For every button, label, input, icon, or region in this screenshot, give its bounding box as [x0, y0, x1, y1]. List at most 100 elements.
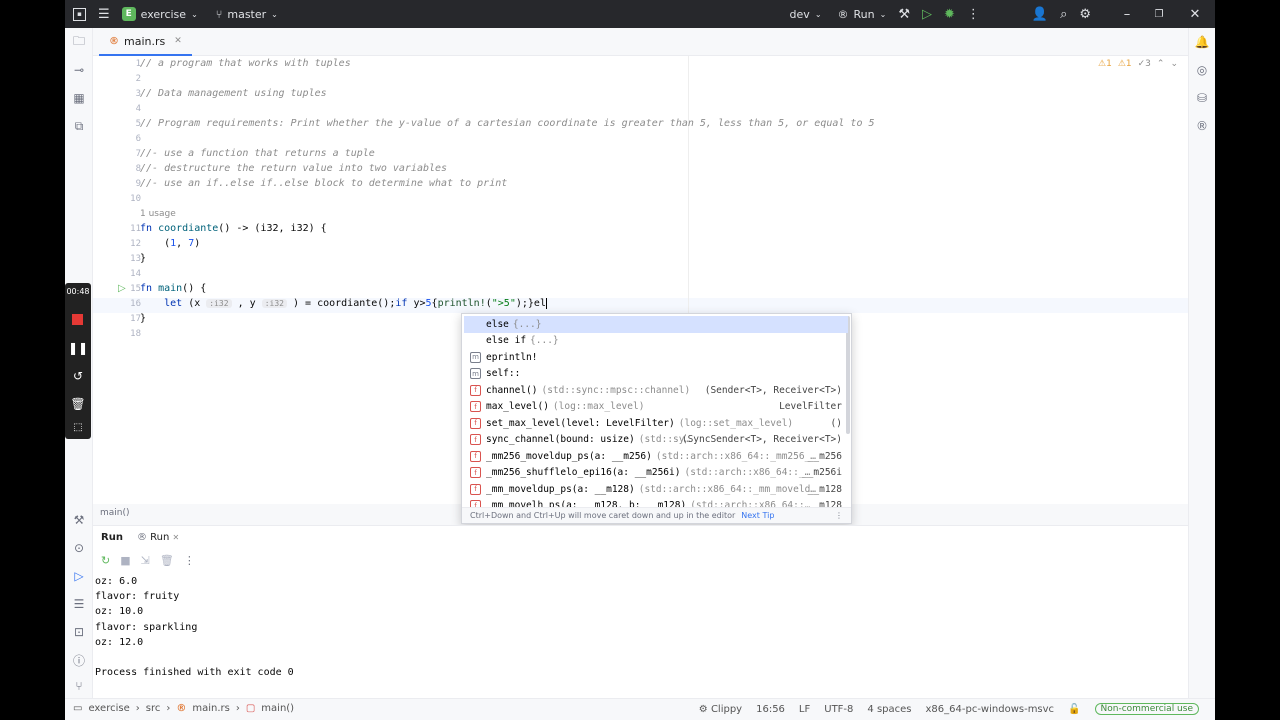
inspection-widget[interactable]: ⚠1 ⚠1 ✓3 ⌃ ⌄: [1098, 59, 1178, 69]
completion-detail: (std::arch::x86_64::_mm256_…: [655, 450, 817, 462]
file-encoding[interactable]: UTF-8: [824, 704, 853, 715]
completion-item[interactable]: f max_level() (log::max_level) LevelFilter: [464, 399, 848, 416]
trash-icon[interactable]: 🗑: [160, 554, 174, 567]
completion-item[interactable]: f _mm256_shufflelo_epi16(a: __m256i) (std:…: [464, 465, 848, 482]
restore-layout-icon[interactable]: ⇲: [141, 554, 150, 567]
function-icon: ▢: [245, 703, 256, 714]
next-tip-link[interactable]: Next Tip: [741, 511, 774, 520]
run-config-selector[interactable]: dev ⌄: [784, 0, 828, 28]
console-line: oz: 10.0: [95, 606, 144, 618]
code-comment: //- use a function that returns a tuple: [140, 148, 375, 159]
more-tools-icon[interactable]: [72, 124, 86, 138]
branch-name: master: [227, 7, 267, 21]
debug-button[interactable]: ✹: [938, 0, 961, 28]
tab-run-config[interactable]: ® Run ✕: [137, 532, 179, 543]
close-icon[interactable]: ✕: [174, 36, 182, 46]
gear-icon: ⚙: [1079, 6, 1091, 22]
more-vertical-icon[interactable]: ⋮: [835, 511, 843, 520]
database-icon[interactable]: ⛁: [1195, 91, 1209, 105]
completion-item[interactable]: m eprintln!: [464, 349, 848, 366]
code-comment: // Data management using tuples: [140, 88, 327, 99]
status-path-src[interactable]: src: [146, 703, 161, 714]
vcs-branch-widget[interactable]: ⑂ master ⌄: [210, 0, 284, 28]
weak-warning-count: ⚠1: [1117, 59, 1132, 69]
completion-item[interactable]: f _mm_moveldup_ps(a: __m128) (std::arch::x…: [464, 481, 848, 498]
stop-recording-button[interactable]: [72, 314, 83, 325]
line-number: 16: [130, 299, 141, 309]
line-separator[interactable]: LF: [799, 704, 810, 715]
account-button[interactable]: 👤: [1026, 0, 1054, 28]
terminal-icon[interactable]: ⊡: [72, 625, 86, 639]
build-tool-icon[interactable]: ⚒: [72, 513, 86, 527]
completion-item[interactable]: else {...}: [464, 316, 848, 333]
chevron-up-icon[interactable]: ⌃: [1157, 59, 1165, 69]
target-triple[interactable]: x86_64-pc-windows-msvc: [926, 704, 1055, 715]
line-number: 1: [135, 59, 141, 69]
gear-icon: ⚙: [698, 703, 708, 715]
folder-icon[interactable]: 🗀: [72, 34, 86, 49]
bug-icon: ✹: [943, 6, 955, 22]
completion-item[interactable]: f sync_channel(bound: usize) (std::sy… (Syn…: [464, 432, 848, 449]
cargo-icon[interactable]: ®: [1195, 119, 1209, 133]
restore-button[interactable]: ❐: [1143, 0, 1175, 28]
close-icon[interactable]: ✕: [173, 533, 180, 542]
run-tool-icon[interactable]: ▷: [72, 569, 86, 583]
caret-position[interactable]: 16:56: [756, 704, 785, 715]
editor-breadcrumb[interactable]: main(): [100, 508, 130, 518]
usage-hint[interactable]: 1 usage: [140, 209, 176, 219]
rerun-icon[interactable]: ↻: [101, 554, 110, 567]
completion-item[interactable]: f set_max_level(level: LevelFilter) (log::…: [464, 415, 848, 432]
git-icon[interactable]: ⑂: [72, 679, 86, 693]
status-path-file[interactable]: main.rs: [192, 703, 230, 714]
pause-icon[interactable]: ❚❚: [65, 341, 91, 355]
status-path-project[interactable]: exercise: [88, 703, 129, 714]
stop-icon[interactable]: ■: [120, 554, 130, 567]
line-number: 3: [135, 89, 141, 99]
todo-icon[interactable]: ☰: [72, 597, 86, 611]
commit-icon[interactable]: ⊸: [72, 63, 86, 77]
more-actions-button[interactable]: ⋮: [961, 0, 986, 28]
clippy-widget[interactable]: ⚙ Clippy: [699, 704, 742, 715]
problems-icon[interactable]: ⓘ: [72, 653, 86, 668]
structure-icon[interactable]: ▦: [72, 91, 86, 105]
chevron-down-icon[interactable]: ⌄: [1170, 59, 1178, 69]
close-window-button[interactable]: ✕: [1175, 0, 1215, 28]
run-widget[interactable]: ® Run ⌄: [832, 0, 893, 28]
function-icon: f: [470, 483, 481, 495]
completion-item[interactable]: m self::: [464, 366, 848, 383]
recorder-widget: 00:48 ❚❚ ↺ 🗑 ⬚: [65, 283, 91, 439]
lock-icon[interactable]: 🔓: [1068, 704, 1080, 715]
trash-icon[interactable]: 🗑: [65, 397, 91, 411]
run-button[interactable]: ▷: [916, 0, 938, 28]
line-number: 6: [135, 134, 141, 144]
ai-assistant-icon[interactable]: ◎: [1195, 63, 1209, 77]
restart-icon[interactable]: ↺: [65, 369, 91, 383]
completion-item[interactable]: else if {...}: [464, 333, 848, 350]
code-line-17: }: [140, 313, 147, 324]
code-completion-popup[interactable]: else {...} else if {...} m eprintln! m self:: f c…: [461, 313, 852, 524]
annotate-icon[interactable]: ⬚: [65, 422, 91, 433]
completion-item[interactable]: f channel() (std::sync::mpsc::channel) (Sen…: [464, 382, 848, 399]
settings-button[interactable]: ⚙: [1073, 0, 1097, 28]
project-switcher[interactable]: E exercise ⌄: [116, 0, 204, 28]
status-path-function[interactable]: main(): [261, 703, 294, 714]
chevron-down-icon: ⌄: [271, 9, 278, 19]
license-badge[interactable]: Non-commercial use: [1094, 703, 1199, 715]
run-panel-title: Run: [101, 532, 123, 543]
indent-setting[interactable]: 4 spaces: [867, 704, 911, 715]
hamburger-menu-button[interactable]: ☰: [92, 0, 116, 28]
run-gutter-icon[interactable]: ▷: [118, 283, 126, 294]
notifications-icon[interactable]: 🔔: [1195, 35, 1210, 49]
search-everywhere-button[interactable]: ⌕: [1054, 0, 1073, 28]
minimize-button[interactable]: –: [1111, 0, 1143, 28]
services-icon[interactable]: ⊙: [72, 541, 86, 555]
hammer-icon: ⚒: [898, 6, 910, 22]
completion-name: max_level(): [486, 401, 549, 413]
restore-icon: ❐: [1154, 8, 1164, 20]
main-menu-button[interactable]: ▪: [65, 0, 92, 28]
build-button[interactable]: ⚒: [892, 0, 916, 28]
completion-type: (Sender<T>, Receiver<T>): [704, 384, 842, 396]
tab-main-rs[interactable]: ® main.rs ✕: [99, 28, 192, 56]
completion-item[interactable]: f _mm256_moveldup_ps(a: __m256) (std::arch…: [464, 448, 848, 465]
more-vertical-icon[interactable]: ⋮: [184, 554, 195, 567]
